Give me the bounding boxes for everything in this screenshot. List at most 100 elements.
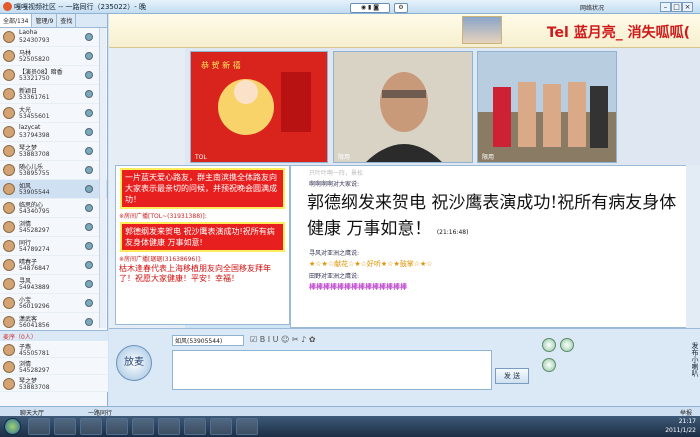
list-item[interactable]: 浏情 54528297 — [0, 358, 108, 375]
broadcast-button[interactable]: 发布小喇叭 — [686, 342, 700, 392]
avatar — [3, 126, 15, 138]
list-item[interactable]: 子燕 45505781 — [0, 341, 108, 358]
taskbar-ie-icon[interactable] — [28, 418, 50, 435]
video-window-2[interactable]: 限用 — [333, 51, 473, 163]
list-item[interactable]: 新颖日 53361761 — [0, 85, 107, 104]
user-list-scrollbar[interactable] — [99, 28, 106, 328]
avatar — [3, 316, 15, 328]
camera-icon — [85, 90, 93, 98]
maximize-button[interactable]: □ — [671, 2, 682, 12]
camera-icon — [85, 242, 93, 250]
list-item[interactable]: lazycat 53794398 — [0, 123, 107, 142]
taskbar-app-icon[interactable] — [236, 418, 258, 435]
video-window-3[interactable]: 限用 — [477, 51, 617, 163]
user-list: Laoha 52430793 马林 52505820 【演员08】暗香 53321750 新… — [0, 28, 107, 332]
list-item[interactable]: 小宝 56019296 — [0, 294, 107, 313]
user-id: 53895755 — [19, 170, 50, 177]
avatar — [3, 107, 15, 119]
camera-switch-button[interactable]: ◉ ▮ ◙ — [350, 3, 390, 13]
message-input[interactable] — [172, 350, 492, 390]
minimize-button[interactable]: – — [660, 2, 671, 12]
user-select[interactable]: 如风(53905544) — [172, 335, 244, 346]
list-item[interactable]: 大光 53455601 — [0, 104, 107, 123]
list-item[interactable]: 【演员08】暗香 53321750 — [0, 66, 107, 85]
tab-search[interactable]: 查找 — [57, 14, 77, 27]
video-window-1[interactable]: 恭 贺 新 禧 TOL — [190, 51, 328, 163]
user-id: 53321750 — [19, 75, 50, 82]
list-item[interactable]: 马林 52505820 — [0, 47, 107, 66]
close-button[interactable]: × — [682, 2, 693, 12]
start-button[interactable] — [4, 418, 21, 435]
mic-queue-panel: 麦序（0人） 子燕 45505781 浏情 54528297 琴之梦 53883708 — [0, 330, 108, 392]
user-id: 53794398 — [19, 132, 50, 139]
camera-icon — [85, 71, 93, 79]
private-chat[interactable]: 只叶叶啊一阵，景松 啊啊啊啊对大家说: 郭德纲发来贺电 祝沙鹰表演成功!祝所有病… — [290, 165, 695, 328]
camera-icon — [85, 261, 93, 269]
chat-faint-line: 只叶叶啊一阵，景松 — [309, 170, 364, 177]
list-item[interactable]: 琴之梦 53883708 — [0, 375, 108, 392]
list-item[interactable]: 浏情 54528297 — [0, 218, 107, 237]
list-item[interactable]: 琴之梦 53883708 — [0, 142, 107, 161]
camera-icon — [85, 147, 93, 155]
camera-icon — [85, 185, 93, 193]
user-id: 53361761 — [19, 94, 50, 101]
chat-line: 郭德纲发来贺电 祝沙鹰表演成功!祝所有病友身体健康 万事如意! — [120, 222, 285, 252]
chat-sender-3: 田野对亚洲之鹰说: — [309, 273, 360, 280]
avatar — [3, 344, 15, 356]
window-controls: – □ × — [660, 2, 696, 12]
title-bar: 嘎嘎视频社区 -- 一路同行（235022）- 晚 ◉ ▮ ◙ ⚙ 网络状况 –… — [0, 0, 700, 14]
gear-icon[interactable] — [542, 338, 556, 352]
taskbar-media-icon[interactable] — [80, 418, 102, 435]
avatar — [3, 164, 15, 176]
taskbar-app-icon[interactable] — [132, 418, 154, 435]
net-status[interactable]: 网络状况 — [580, 3, 604, 12]
avatar — [3, 361, 15, 373]
user-id: 54789274 — [19, 246, 50, 253]
user-id: 54528297 — [19, 227, 50, 234]
chat-message: 郭德纲发来贺电 祝沙鹰表演成功!祝所有病友身体健康 万事如意！ (21:16:4… — [307, 193, 677, 239]
send-button[interactable]: 发 送 — [495, 368, 529, 384]
list-item[interactable]: 临思的心 54340795 — [0, 199, 107, 218]
status-bar: 聊天大厅 一路同行 举报 — [0, 406, 700, 417]
room-banner: Tel 蓝月亮_ 消失呱呱( — [109, 14, 700, 48]
camera-icon — [85, 204, 93, 212]
user-name: lazycat — [19, 124, 41, 131]
mic-button[interactable]: 放麦 — [116, 345, 152, 381]
list-item[interactable]: Laoha 52430793 — [0, 28, 107, 47]
user-id: 53455601 — [19, 113, 50, 120]
tab-all[interactable]: 全部/134 — [0, 14, 33, 27]
user-id: 54876847 — [19, 265, 50, 272]
flower-icon[interactable] — [560, 338, 574, 352]
settings-icon[interactable]: ⚙ — [394, 3, 408, 13]
format-icons[interactable]: ☑ B I U ☺ ✂ ♪ ✿ — [250, 335, 316, 344]
list-item[interactable]: 随心儿乐 53895755 — [0, 161, 107, 180]
taskbar-folder-icon[interactable] — [54, 418, 76, 435]
gift-icon[interactable] — [542, 358, 556, 372]
user-id: 45505781 — [19, 350, 50, 357]
taskbar-app-icon[interactable] — [106, 418, 128, 435]
chat-sender-2: 寻风对亚洲之鹰说: — [309, 250, 360, 257]
app-logo-icon — [3, 2, 12, 11]
list-item[interactable]: 晴春子 54876847 — [0, 256, 107, 275]
public-chat[interactable]: 一片蓝天爱心路友，群主南滨携全体路友向大家表示最亲切的问候，并预祝晚会圆满成功！… — [115, 165, 290, 325]
avatar — [3, 297, 15, 309]
list-item[interactable]: 寻风 54943889 — [0, 275, 107, 294]
taskbar-app-icon[interactable] — [158, 418, 180, 435]
user-id: 54528297 — [19, 367, 50, 374]
taskbar-app-icon[interactable] — [184, 418, 206, 435]
camera-icon — [85, 299, 93, 307]
camera-icon — [85, 128, 93, 136]
avatar — [3, 50, 15, 62]
chat-line: 一片蓝天爱心路友，群主南滨携全体路友向大家表示最亲切的问候，并预祝晚会圆满成功！ — [120, 168, 285, 209]
camera-icon — [85, 109, 93, 117]
taskbar-app-icon[interactable] — [210, 418, 232, 435]
list-item[interactable]: 同行 54789274 — [0, 237, 107, 256]
chat-emote-line: ★☆★☆献花☆★☆好听★☆★鼓掌☆★☆ — [309, 260, 433, 268]
mic-queue-list: 子燕 45505781 浏情 54528297 琴之梦 53883708 — [0, 341, 108, 392]
user-id: 53905544 — [19, 189, 50, 196]
tab-admin[interactable]: 管理/9 — [32, 14, 58, 27]
clock[interactable]: 21:17 2011/1/22 — [665, 417, 696, 435]
list-item[interactable]: 如风 53905544 — [0, 180, 107, 199]
effect-buttons — [540, 336, 590, 396]
svg-text:恭 贺 新 禧: 恭 贺 新 禧 — [201, 60, 241, 70]
